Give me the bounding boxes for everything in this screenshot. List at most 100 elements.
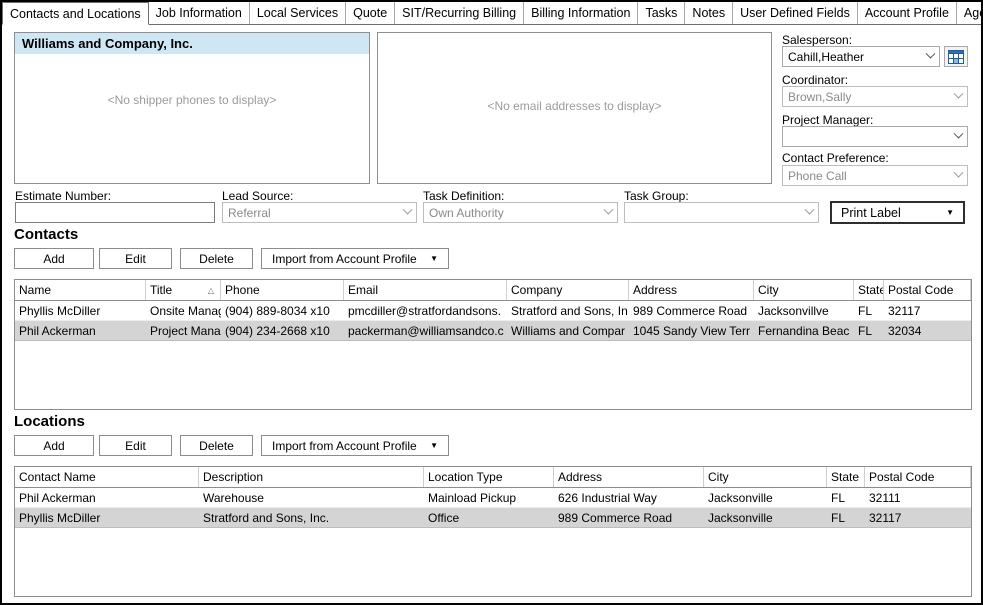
contacts-col-state[interactable]: State	[854, 280, 884, 300]
task-group-combobox[interactable]	[624, 202, 819, 223]
chevron-down-icon	[604, 205, 614, 215]
contacts-add-button[interactable]: Add	[14, 248, 94, 269]
locations-table-header: Contact Name Description Location Type A…	[15, 467, 971, 488]
contacts-col-postal-code[interactable]: Postal Code	[884, 280, 971, 300]
tab-bar: Contacts and Locations Job Information L…	[2, 2, 981, 25]
contacts-edit-button[interactable]: Edit	[99, 248, 172, 269]
contacts-table-row-selected[interactable]: Phil Ackerman Project Mana (904) 234-266…	[15, 321, 971, 341]
tab-user-defined-fields[interactable]: User Defined Fields	[733, 2, 858, 24]
contacts-delete-button[interactable]: Delete	[180, 248, 253, 269]
location-address-cell: 989 Commerce Road	[554, 508, 704, 527]
contact-city-cell: Jacksonvillve	[754, 301, 854, 320]
locations-heading: Locations	[14, 413, 85, 430]
contact-company-cell: Stratford and Sons, In	[507, 301, 629, 320]
email-addresses-list: <No email addresses to display>	[377, 32, 772, 184]
contacts-col-name[interactable]: Name	[15, 280, 146, 300]
tab-quote[interactable]: Quote	[346, 2, 395, 24]
tab-contacts-and-locations[interactable]: Contacts and Locations	[2, 2, 149, 25]
contact-address-cell: 1045 Sandy View Terr	[629, 321, 754, 340]
location-description-cell: Warehouse	[199, 488, 424, 507]
dropdown-arrow-icon: ▼	[430, 441, 438, 450]
task-definition-combobox[interactable]: Own Authority	[423, 202, 618, 223]
salesperson-schedule-button[interactable]	[944, 46, 968, 67]
dropdown-arrow-icon: ▼	[430, 254, 438, 263]
contacts-heading: Contacts	[14, 226, 78, 243]
project-manager-label: Project Manager:	[782, 113, 873, 127]
contacts-col-city[interactable]: City	[754, 280, 854, 300]
tab-local-services[interactable]: Local Services	[250, 2, 346, 24]
estimate-number-label: Estimate Number:	[15, 189, 111, 203]
locations-table: Contact Name Description Location Type A…	[14, 466, 972, 597]
locations-edit-button[interactable]: Edit	[99, 435, 172, 456]
locations-import-from-account-profile-button[interactable]: Import from Account Profile ▼	[261, 435, 449, 456]
contact-state-cell: FL	[854, 321, 884, 340]
contact-email-cell: pmcdiller@stratfordandsons.	[344, 301, 507, 320]
tab-account-profile[interactable]: Account Profile	[858, 2, 957, 24]
locations-col-state[interactable]: State	[827, 467, 865, 487]
tab-job-information[interactable]: Job Information	[149, 2, 250, 24]
contact-title-cell: Project Mana	[146, 321, 221, 340]
location-state-cell: FL	[827, 508, 865, 527]
location-description-cell: Stratford and Sons, Inc.	[199, 508, 424, 527]
contacts-import-from-account-profile-button[interactable]: Import from Account Profile ▼	[261, 248, 449, 269]
contact-phone-cell: (904) 234-2668 x10	[221, 321, 344, 340]
no-email-addresses-placeholder: <No email addresses to display>	[378, 99, 771, 113]
contacts-col-title[interactable]: Title △	[146, 280, 221, 300]
contacts-table: Name Title △ Phone Email Company Address…	[14, 279, 972, 410]
lead-source-combobox[interactable]: Referral	[222, 202, 417, 223]
contact-email-cell: packerman@williamsandco.c	[344, 321, 507, 340]
location-city-cell: Jacksonville	[704, 508, 827, 527]
contact-preference-value: Phone Call	[788, 169, 847, 183]
locations-table-row-selected[interactable]: Phyllis McDiller Stratford and Sons, Inc…	[15, 508, 971, 528]
location-city-cell: Jacksonville	[704, 488, 827, 507]
chevron-down-icon	[954, 129, 964, 139]
tab-tasks[interactable]: Tasks	[638, 2, 685, 24]
contact-title-cell: Onsite Manag	[146, 301, 221, 320]
tab-billing-information[interactable]: Billing Information	[524, 2, 638, 24]
contact-preference-combobox[interactable]: Phone Call	[782, 165, 968, 186]
contacts-col-company[interactable]: Company	[507, 280, 629, 300]
print-label-button[interactable]: Print Label ▼	[830, 201, 965, 224]
locations-add-button[interactable]: Add	[14, 435, 94, 456]
location-contact-name-cell: Phyllis McDiller	[15, 508, 199, 527]
contacts-col-address[interactable]: Address	[629, 280, 754, 300]
contact-state-cell: FL	[854, 301, 884, 320]
locations-col-postal-code[interactable]: Postal Code	[865, 467, 971, 487]
contact-city-cell: Fernandina Beac	[754, 321, 854, 340]
salesperson-combobox[interactable]: Cahill,Heather	[782, 46, 940, 67]
contact-company-cell: Williams and Compar	[507, 321, 629, 340]
contact-phone-cell: (904) 889-8034 x10	[221, 301, 344, 320]
locations-table-row[interactable]: Phil Ackerman Warehouse Mainload Pickup …	[15, 488, 971, 508]
chevron-down-icon	[805, 205, 815, 215]
locations-delete-button[interactable]: Delete	[180, 435, 253, 456]
locations-col-contact-name[interactable]: Contact Name	[15, 467, 199, 487]
estimate-number-input[interactable]	[15, 202, 215, 223]
no-shipper-phones-placeholder: <No shipper phones to display>	[15, 93, 369, 107]
coordinator-combobox[interactable]: Brown,Sally	[782, 86, 968, 107]
tab-sit-recurring-billing[interactable]: SIT/Recurring Billing	[395, 2, 524, 24]
tab-notes[interactable]: Notes	[685, 2, 733, 24]
chevron-down-icon	[954, 168, 964, 178]
locations-col-description[interactable]: Description	[199, 467, 424, 487]
shipper-company-item[interactable]: Williams and Company, Inc.	[15, 33, 369, 54]
locations-col-location-type[interactable]: Location Type	[424, 467, 554, 487]
contacts-col-email[interactable]: Email	[344, 280, 507, 300]
sort-ascending-icon: △	[208, 286, 216, 295]
dropdown-arrow-icon: ▼	[946, 208, 954, 217]
contacts-import-label: Import from Account Profile	[272, 252, 417, 266]
locations-col-city[interactable]: City	[704, 467, 827, 487]
location-type-cell: Office	[424, 508, 554, 527]
contacts-col-title-label: Title	[150, 283, 172, 297]
project-manager-combobox[interactable]	[782, 126, 968, 147]
contact-name-cell: Phyllis McDiller	[15, 301, 146, 320]
tab-agents[interactable]: Agents	[957, 2, 983, 24]
locations-col-address[interactable]: Address	[554, 467, 704, 487]
location-contact-name-cell: Phil Ackerman	[15, 488, 199, 507]
locations-import-label: Import from Account Profile	[272, 439, 417, 453]
coordinator-label: Coordinator:	[782, 73, 848, 87]
contacts-table-row[interactable]: Phyllis McDiller Onsite Manag (904) 889-…	[15, 301, 971, 321]
shipper-phones-list: Williams and Company, Inc. <No shipper p…	[14, 32, 370, 184]
contacts-col-phone[interactable]: Phone	[221, 280, 344, 300]
salesperson-label: Salesperson:	[782, 33, 852, 47]
coordinator-value: Brown,Sally	[788, 90, 851, 104]
